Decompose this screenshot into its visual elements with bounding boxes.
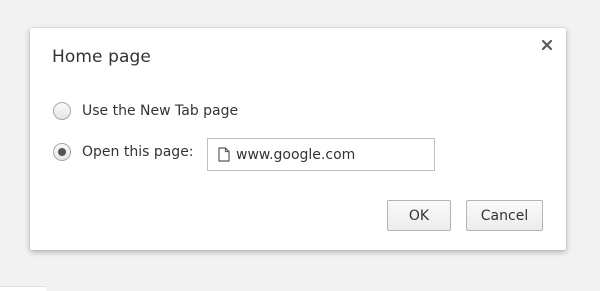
screen-background: Home page Use the New Tab page Open this… <box>0 0 600 291</box>
home-page-dialog: Home page Use the New Tab page Open this… <box>30 28 566 250</box>
option-new-tab-label[interactable]: Use the New Tab page <box>82 103 238 119</box>
cancel-button[interactable]: Cancel <box>466 200 543 231</box>
page-icon <box>218 147 230 162</box>
radio-open-page[interactable] <box>53 143 71 161</box>
background-strip <box>0 286 46 291</box>
option-open-page-row[interactable]: Open this page: <box>53 143 194 161</box>
home-page-url-input[interactable]: www.google.com <box>207 138 435 171</box>
close-icon[interactable] <box>540 38 554 52</box>
dialog-title: Home page <box>52 47 151 67</box>
ok-button[interactable]: OK <box>387 200 451 231</box>
option-open-page-label[interactable]: Open this page: <box>82 144 194 160</box>
url-value[interactable]: www.google.com <box>236 147 355 163</box>
option-new-tab-row[interactable]: Use the New Tab page <box>53 102 238 120</box>
radio-new-tab[interactable] <box>53 102 71 120</box>
